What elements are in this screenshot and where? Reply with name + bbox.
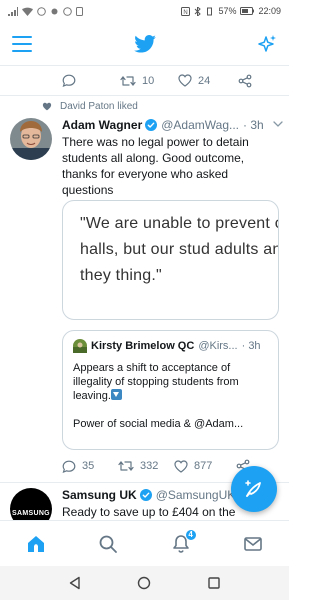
social-context: David Paton liked: [42, 101, 138, 112]
system-navigation-bar: [0, 566, 289, 600]
next-tweet-text: Ready to save up to £404 on the: [62, 505, 236, 519]
search-icon: [99, 535, 118, 553]
clock: 22:09: [258, 6, 281, 16]
quoted-timestamp: · 3h: [241, 340, 261, 352]
recents-square-icon[interactable]: [207, 576, 221, 590]
svg-text:N: N: [184, 10, 188, 16]
compose-feather-icon: [245, 480, 261, 497]
image-text: "We are unable to prevent ou leaving the…: [80, 215, 278, 284]
retweet-icon: [120, 75, 136, 86]
sd-card-icon: [76, 6, 83, 16]
heart-icon: [174, 459, 188, 473]
tweet-timestamp: · 3h: [243, 118, 264, 132]
retweet-icon: [118, 461, 134, 471]
bluetooth-icon: [195, 6, 202, 16]
quoted-avatar: [73, 339, 87, 353]
heart-icon: [178, 74, 192, 87]
like-count: 24: [198, 74, 211, 87]
quoted-author-name: Kirsty Brimelow QC: [91, 340, 195, 352]
down-arrow-emoji-icon: [110, 389, 122, 400]
reply-icon: [62, 74, 76, 87]
back-triangle-icon[interactable]: [68, 576, 82, 590]
verified-badge-icon: [139, 489, 152, 501]
home-icon: [28, 535, 45, 552]
messenger-icon: [63, 6, 72, 16]
social-context-text: David Paton liked: [60, 101, 138, 112]
notifications-badge: 4: [184, 528, 197, 541]
nav-notifications[interactable]: 4: [166, 528, 197, 559]
avatar[interactable]: [10, 118, 52, 160]
reply-button[interactable]: [62, 74, 120, 87]
wifi-icon: [22, 7, 33, 16]
battery-percent: 57%: [218, 6, 237, 16]
nav-messages[interactable]: [238, 529, 268, 559]
reply-count: 35: [82, 460, 95, 472]
status-bar: N 57% 22:09: [0, 0, 289, 22]
quoted-tweet[interactable]: Kirsty Brimelow QC @Kirs... · 3h Appears…: [62, 330, 279, 450]
like-button[interactable]: 877: [174, 459, 236, 473]
tweet-image[interactable]: "We are unable to prevent ou leaving the…: [62, 200, 279, 320]
quoted-author-handle: @Kirs...: [198, 340, 238, 352]
status-right-icons: N 57% 22:09: [181, 6, 281, 16]
next-tweet-header: Samsung UK @SamsungUK: [62, 488, 235, 502]
nav-search[interactable]: [93, 529, 123, 559]
previous-tweet-actions: 10 24: [0, 66, 289, 96]
share-button[interactable]: [238, 74, 252, 88]
author-handle[interactable]: @AdamWag...: [161, 118, 239, 132]
quoted-tweet-header: Kirsty Brimelow QC @Kirs... · 3h: [73, 339, 268, 353]
envelope-icon: [244, 536, 262, 551]
avatar-photo: [10, 118, 52, 160]
verified-badge-icon: [145, 119, 158, 131]
chevron-down-icon[interactable]: [272, 118, 284, 130]
home-circle-icon[interactable]: [137, 576, 151, 590]
sparkle-icon[interactable]: [257, 34, 277, 54]
like-count: 877: [194, 460, 213, 472]
retweet-count: 332: [140, 460, 159, 472]
compose-tweet-button[interactable]: [231, 466, 277, 512]
battery-icon: [240, 7, 255, 15]
reply-button[interactable]: 35: [62, 460, 118, 473]
liked-heart-icon: [42, 102, 52, 111]
tweet-header: Adam Wagner @AdamWag... · 3h: [62, 118, 284, 132]
reply-icon: [62, 460, 76, 473]
nfc-icon: N: [181, 6, 191, 16]
settings-status-icon: [51, 8, 58, 14]
like-button[interactable]: 24: [178, 74, 238, 87]
author-name[interactable]: Adam Wagner: [62, 118, 142, 132]
share-icon: [238, 74, 252, 87]
next-author-handle[interactable]: @SamsungUK: [156, 488, 236, 502]
quoted-tweet-text-2: Power of social media & @Adam...: [73, 418, 244, 430]
whatsapp-icon: [37, 6, 46, 16]
retweet-button[interactable]: 10: [120, 75, 178, 87]
quoted-tweet-text: Appears a shift to acceptance of illegal…: [73, 361, 268, 403]
bottom-navigation: 4: [0, 520, 289, 566]
retweet-count: 10: [142, 74, 155, 87]
status-left-icons: [8, 6, 83, 16]
retweet-button[interactable]: 332: [118, 460, 174, 472]
nav-home[interactable]: [21, 529, 51, 559]
quoted-tweet-text-body: Appears a shift to acceptance of illegal…: [73, 362, 239, 402]
signal-icon: [8, 6, 18, 16]
samsung-logo-text: SAMSUNG: [12, 509, 50, 517]
app-header: [0, 22, 289, 66]
next-author-name[interactable]: Samsung UK: [62, 488, 137, 502]
hamburger-menu-icon[interactable]: [12, 35, 32, 52]
vibrate-icon: [207, 7, 213, 15]
twitter-bird-icon[interactable]: [133, 34, 156, 53]
tweet-text: There was no legal power to detain stude…: [62, 135, 249, 197]
